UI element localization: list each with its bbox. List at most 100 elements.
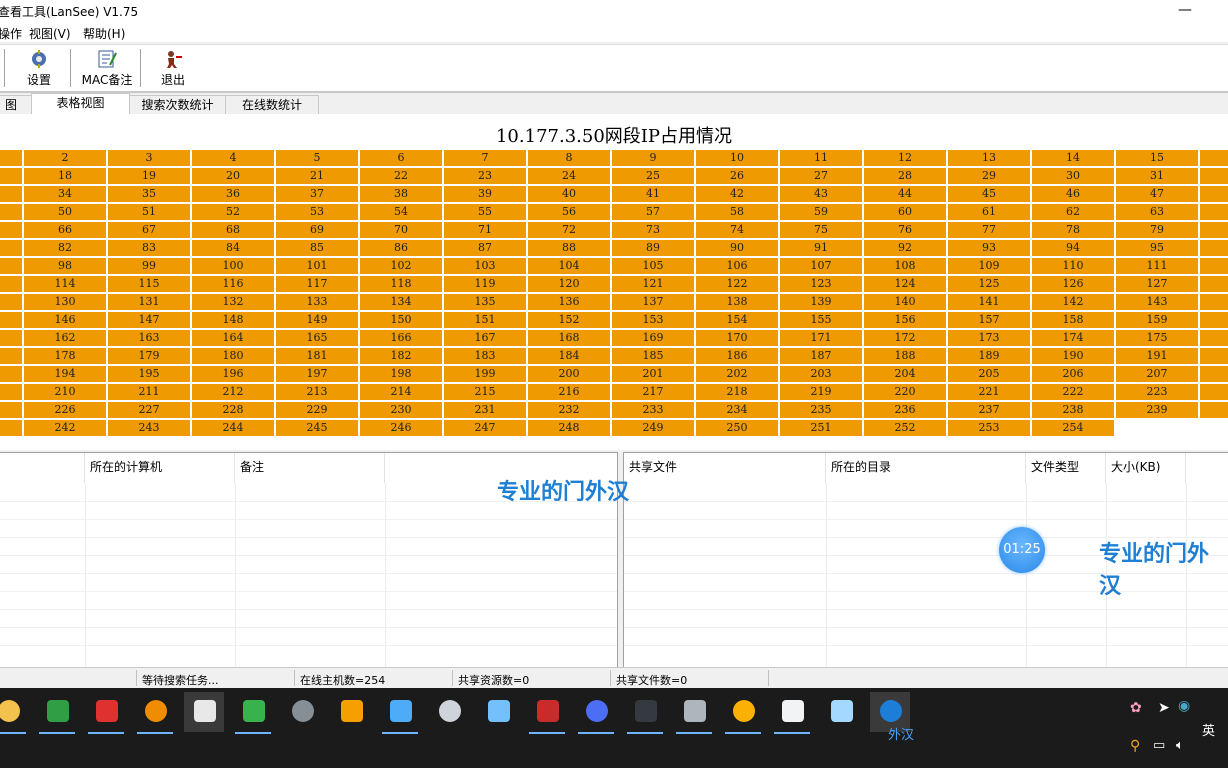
ip-cell[interactable]: 237: [948, 402, 1030, 418]
ip-cell[interactable]: 94: [1032, 240, 1114, 256]
ip-cell[interactable]: 134: [360, 294, 442, 310]
ip-cell[interactable]: 252: [864, 420, 946, 436]
file-icon[interactable]: [429, 692, 469, 732]
ip-cell[interactable]: 133: [276, 294, 358, 310]
ip-cell[interactable]: 91: [780, 240, 862, 256]
ip-cell[interactable]: [0, 258, 22, 274]
ip-cell[interactable]: 125: [948, 276, 1030, 292]
ip-cell[interactable]: 205: [948, 366, 1030, 382]
ip-cell[interactable]: 39: [444, 186, 526, 202]
ip-cell[interactable]: 143: [1116, 294, 1198, 310]
ip-cell[interactable]: 42: [696, 186, 778, 202]
glass-icon[interactable]: [821, 692, 861, 732]
ie-icon[interactable]: [37, 692, 77, 734]
ip-cell[interactable]: [0, 222, 22, 238]
ip-cell[interactable]: [1200, 258, 1228, 274]
ip-cell[interactable]: 188: [864, 348, 946, 364]
ip-cell[interactable]: 171: [780, 330, 862, 346]
ip-cell[interactable]: [1200, 366, 1228, 382]
ip-cell[interactable]: 251: [780, 420, 862, 436]
ip-cell[interactable]: 165: [276, 330, 358, 346]
ip-cell[interactable]: [1200, 348, 1228, 364]
ip-cell[interactable]: 121: [612, 276, 694, 292]
ip-cell[interactable]: 56: [528, 204, 610, 220]
ip-cell[interactable]: 238: [1032, 402, 1114, 418]
ip-cell[interactable]: 207: [1116, 366, 1198, 382]
ie-tray-icon[interactable]: ◉: [1178, 698, 1190, 714]
ip-cell[interactable]: [1200, 150, 1228, 166]
ip-cell[interactable]: 118: [360, 276, 442, 292]
ip-cell[interactable]: 26: [696, 168, 778, 184]
ip-cell[interactable]: 47: [1116, 186, 1198, 202]
ip-cell[interactable]: 24: [528, 168, 610, 184]
ip-cell[interactable]: 222: [1032, 384, 1114, 400]
ip-cell[interactable]: 218: [696, 384, 778, 400]
play-icon[interactable]: [233, 692, 273, 734]
ip-cell[interactable]: 114: [24, 276, 106, 292]
ip-cell[interactable]: 187: [780, 348, 862, 364]
ip-cell[interactable]: 185: [612, 348, 694, 364]
ip-cell[interactable]: 196: [192, 366, 274, 382]
ip-cell[interactable]: 27: [780, 168, 862, 184]
ip-cell[interactable]: 158: [1032, 312, 1114, 328]
ip-cell[interactable]: 184: [528, 348, 610, 364]
ip-cell[interactable]: 30: [1032, 168, 1114, 184]
ip-cell[interactable]: 163: [108, 330, 190, 346]
ip-cell[interactable]: 154: [696, 312, 778, 328]
ip-cell[interactable]: 34: [24, 186, 106, 202]
ip-cell[interactable]: 254: [1032, 420, 1114, 436]
ip-cell[interactable]: [0, 204, 22, 220]
ip-cell[interactable]: 182: [360, 348, 442, 364]
column-header-file-type[interactable]: 文件类型: [1026, 453, 1106, 483]
ip-cell[interactable]: 92: [864, 240, 946, 256]
ip-cell[interactable]: 11: [780, 150, 862, 166]
ip-cell[interactable]: 117: [276, 276, 358, 292]
ip-cell[interactable]: 229: [276, 402, 358, 418]
network-icon[interactable]: [380, 692, 420, 734]
ip-cell[interactable]: 2: [24, 150, 106, 166]
ip-cell[interactable]: 204: [864, 366, 946, 382]
ip-cell[interactable]: 249: [612, 420, 694, 436]
ip-cell[interactable]: 55: [444, 204, 526, 220]
ip-cell[interactable]: 124: [864, 276, 946, 292]
ip-cell[interactable]: 136: [528, 294, 610, 310]
column-header-computer[interactable]: 所在的计算机: [85, 453, 235, 483]
ip-cell[interactable]: 103: [444, 258, 526, 274]
ip-cell[interactable]: 71: [444, 222, 526, 238]
ip-cell[interactable]: 220: [864, 384, 946, 400]
ip-cell[interactable]: [0, 276, 22, 292]
ip-cell[interactable]: 89: [612, 240, 694, 256]
minimize-button[interactable]: —: [1170, 0, 1200, 22]
tab-online-count[interactable]: 在线数统计: [225, 95, 319, 114]
ip-cell[interactable]: 181: [276, 348, 358, 364]
ip-cell[interactable]: 234: [696, 402, 778, 418]
ip-cell[interactable]: 210: [24, 384, 106, 400]
ip-cell[interactable]: 202: [696, 366, 778, 382]
ip-cell[interactable]: 173: [948, 330, 1030, 346]
ip-cell[interactable]: 60: [864, 204, 946, 220]
ip-cell[interactable]: 23: [444, 168, 526, 184]
ip-cell[interactable]: 120: [528, 276, 610, 292]
ip-cell[interactable]: 211: [108, 384, 190, 400]
ip-cell[interactable]: 135: [444, 294, 526, 310]
ip-cell[interactable]: [0, 186, 22, 202]
ip-cell[interactable]: 28: [864, 168, 946, 184]
ip-cell[interactable]: 75: [780, 222, 862, 238]
ip-cell[interactable]: 3: [108, 150, 190, 166]
ip-cell[interactable]: 191: [1116, 348, 1198, 364]
ip-cell[interactable]: 197: [276, 366, 358, 382]
ip-cell[interactable]: [0, 294, 22, 310]
ip-cell[interactable]: 12: [864, 150, 946, 166]
ip-cell[interactable]: 52: [192, 204, 274, 220]
ip-cell[interactable]: 88: [528, 240, 610, 256]
books-icon[interactable]: [674, 692, 714, 734]
ip-cell[interactable]: 233: [612, 402, 694, 418]
ip-cell[interactable]: 231: [444, 402, 526, 418]
ip-cell[interactable]: 236: [864, 402, 946, 418]
ip-cell[interactable]: 178: [24, 348, 106, 364]
ip-cell[interactable]: [1200, 276, 1228, 292]
red-m-icon[interactable]: [527, 692, 567, 734]
ip-cell[interactable]: [0, 348, 22, 364]
ip-cell[interactable]: 116: [192, 276, 274, 292]
ip-cell[interactable]: 195: [108, 366, 190, 382]
